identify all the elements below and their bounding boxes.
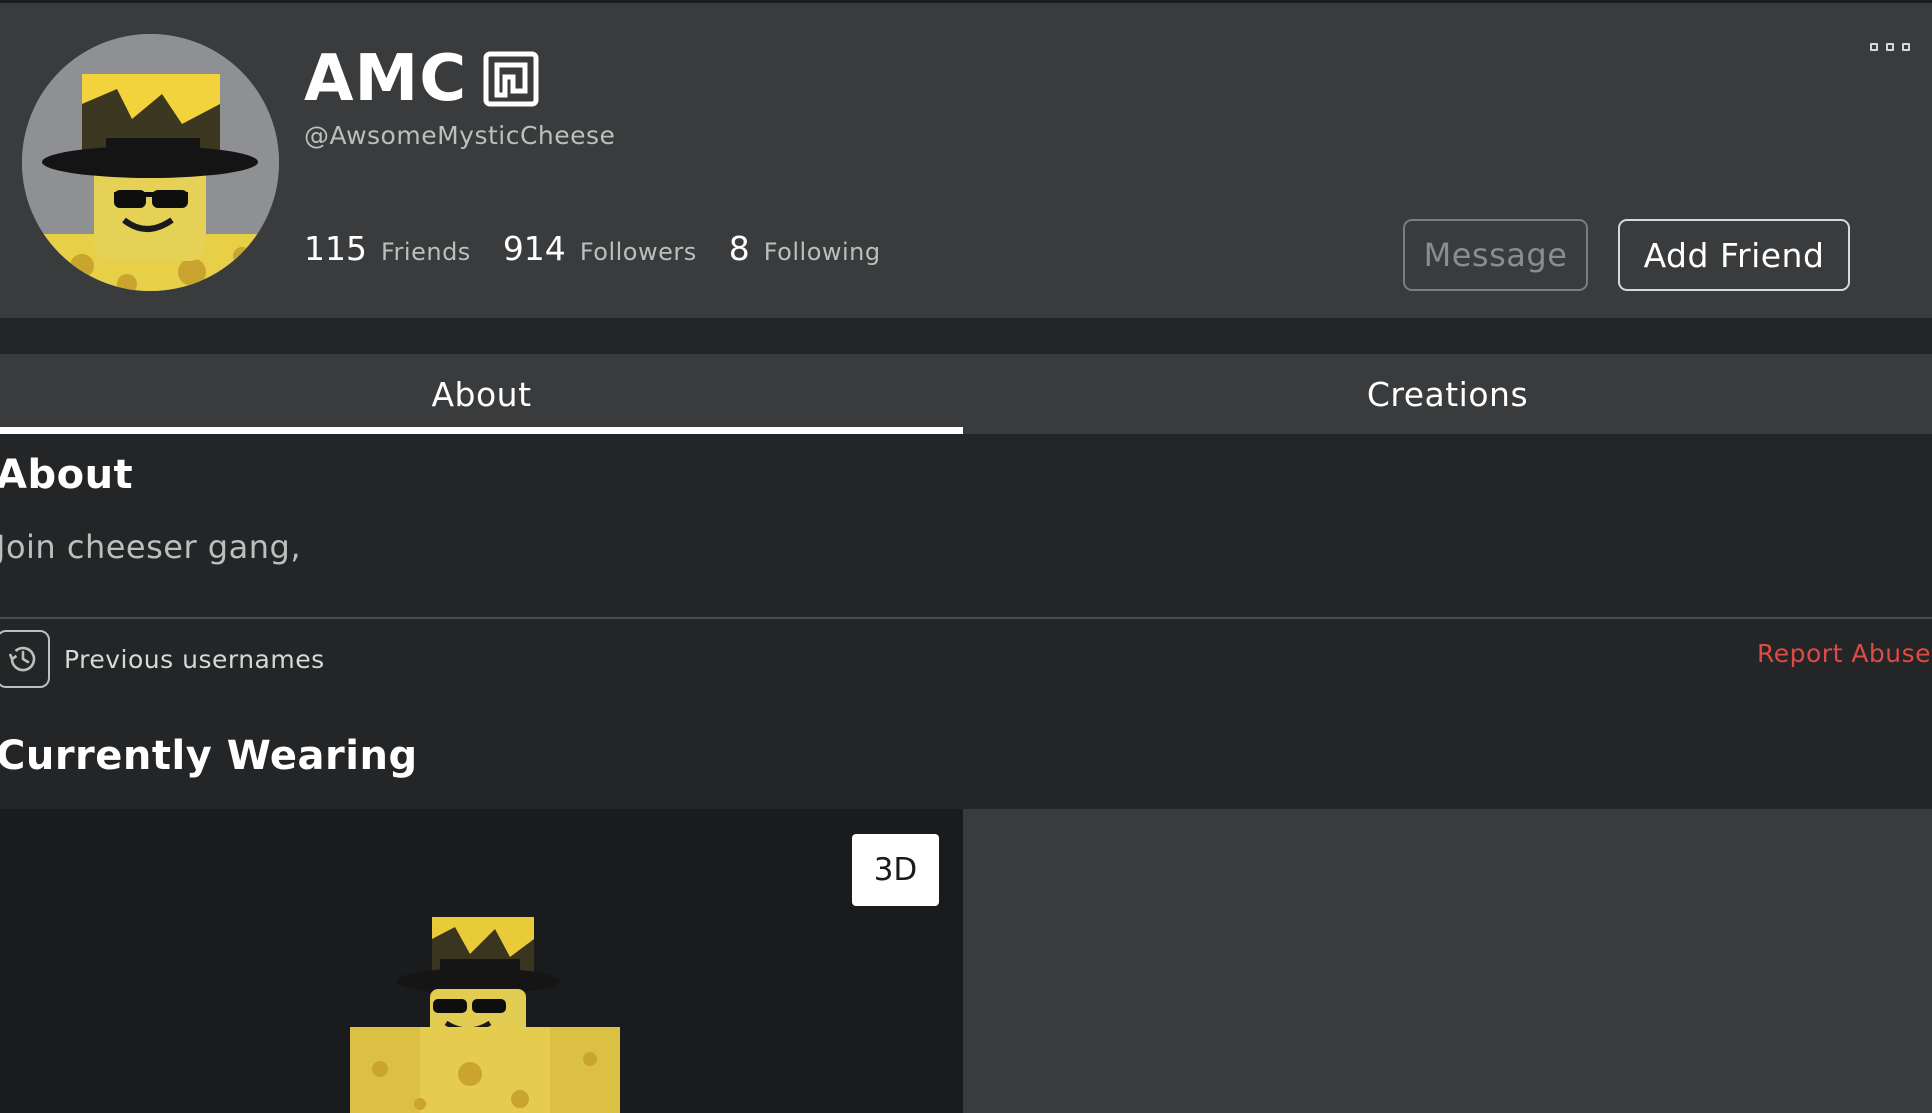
profile-stats: 115 Friends 914 Followers 8 Following bbox=[304, 229, 913, 268]
section-divider bbox=[0, 617, 1932, 619]
more-dot bbox=[1886, 43, 1894, 51]
more-options-icon[interactable] bbox=[1870, 39, 1910, 55]
followers-label: Followers bbox=[579, 238, 697, 266]
tab-creations[interactable]: Creations bbox=[963, 354, 1932, 434]
profile-header: AMC @AwsomeMysticCheese 115 Friends 914 … bbox=[0, 0, 1932, 318]
toggle-3d-button[interactable]: 3D bbox=[852, 834, 939, 906]
display-name-row: AMC bbox=[304, 39, 539, 119]
profile-page: AMC @AwsomeMysticCheese 115 Friends 914 … bbox=[0, 0, 1932, 1113]
more-dot bbox=[1870, 43, 1878, 51]
premium-icon bbox=[483, 51, 539, 107]
stat-followers[interactable]: 914 Followers bbox=[503, 229, 697, 268]
accessories-panel bbox=[963, 809, 1932, 1113]
history-clock-svg bbox=[8, 646, 36, 672]
about-description: Join cheeser gang, bbox=[0, 528, 301, 566]
avatar-full-body-image bbox=[350, 917, 620, 1113]
stat-friends[interactable]: 115 Friends bbox=[304, 229, 471, 268]
report-abuse-link[interactable]: Report Abuse bbox=[1757, 639, 1931, 668]
username: @AwsomeMysticCheese bbox=[304, 121, 616, 150]
display-name: AMC bbox=[304, 42, 468, 116]
friends-label: Friends bbox=[381, 238, 471, 266]
followers-count: 914 bbox=[502, 229, 566, 268]
avatar-headshot-image bbox=[22, 34, 279, 291]
previous-usernames-button[interactable]: Previous usernames bbox=[0, 630, 325, 688]
more-dot bbox=[1902, 43, 1910, 51]
about-heading: About bbox=[0, 452, 134, 498]
history-clock-icon bbox=[0, 630, 50, 688]
stat-following[interactable]: 8 Following bbox=[729, 229, 881, 268]
active-tab-indicator bbox=[0, 427, 963, 434]
message-button[interactable]: Message bbox=[1403, 219, 1588, 291]
following-count: 8 bbox=[728, 229, 750, 268]
previous-usernames-label: Previous usernames bbox=[64, 644, 325, 674]
following-label: Following bbox=[763, 238, 881, 266]
profile-tabs: About Creations bbox=[0, 354, 1932, 434]
tab-about[interactable]: About bbox=[0, 354, 963, 434]
currently-wearing-heading: Currently Wearing bbox=[0, 733, 418, 779]
avatar-viewer[interactable] bbox=[0, 809, 963, 1113]
add-friend-button[interactable]: Add Friend bbox=[1618, 219, 1850, 291]
friends-count: 115 bbox=[304, 229, 367, 268]
avatar[interactable] bbox=[22, 34, 279, 291]
